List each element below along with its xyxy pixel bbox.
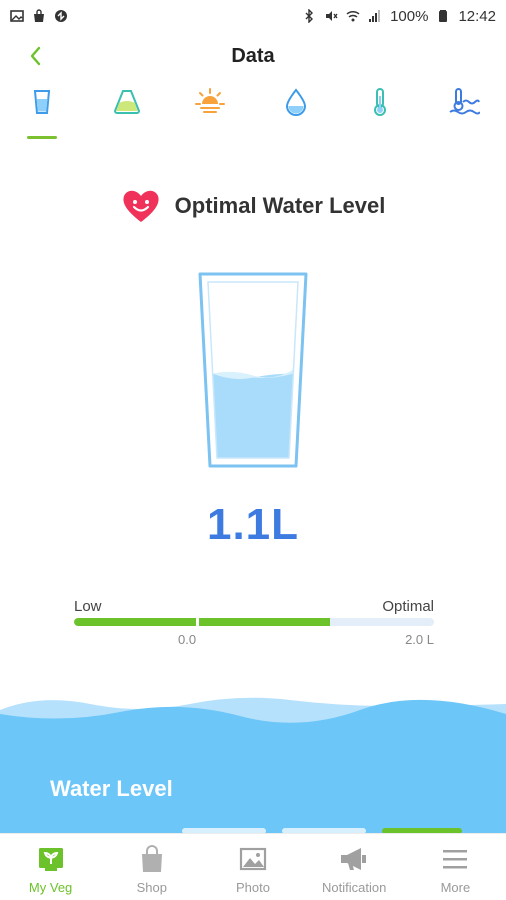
gallery-notification-icon xyxy=(10,10,24,22)
water-level-panel: Water Level xyxy=(0,690,506,835)
bag-notification-icon xyxy=(34,9,44,22)
gauge-marker xyxy=(196,618,199,626)
mute-icon xyxy=(326,11,338,21)
bluetooth-icon xyxy=(305,9,314,23)
nav-photo[interactable]: Photo xyxy=(202,834,303,900)
nav-more[interactable]: More xyxy=(405,834,506,900)
water-glass-icon xyxy=(33,90,51,114)
gauge-min-value: 0.0 xyxy=(178,632,197,647)
bottom-navigation: My Veg Shop Photo Notification More xyxy=(0,833,506,900)
water-drop-icon xyxy=(285,88,307,116)
water-fill xyxy=(212,373,294,458)
water-glass-illustration xyxy=(196,270,310,470)
nav-label: Notification xyxy=(322,880,387,895)
nav-label: My Veg xyxy=(28,880,73,895)
tab-humidity[interactable] xyxy=(276,86,316,138)
tab-nutrients[interactable] xyxy=(107,86,147,138)
back-button[interactable] xyxy=(22,42,50,70)
battery-percentage: 100% xyxy=(390,7,429,25)
page-title: Data xyxy=(231,44,275,67)
clock: 12:42 xyxy=(458,7,496,25)
tab-water-temperature[interactable] xyxy=(444,86,484,138)
panel-title: Water Level xyxy=(50,776,173,801)
front-wave xyxy=(0,699,506,835)
nav-label: Photo xyxy=(236,880,270,895)
tab-light[interactable] xyxy=(190,86,230,138)
battery-icon xyxy=(439,10,448,22)
gauge-track xyxy=(74,618,434,626)
nav-label: Shop xyxy=(136,880,167,895)
happy-heart-icon xyxy=(123,190,159,222)
tab-temperature[interactable] xyxy=(360,86,400,138)
sync-notification-icon xyxy=(55,10,67,22)
thermometer-icon xyxy=(374,88,386,116)
nav-notification[interactable]: Notification xyxy=(304,834,405,900)
nav-shop[interactable]: Shop xyxy=(101,834,202,900)
sun-icon xyxy=(195,88,225,113)
wifi-icon xyxy=(346,10,360,22)
sensor-tabs xyxy=(0,86,506,142)
status-headline: Optimal Water Level xyxy=(0,186,506,226)
my-veg-icon xyxy=(38,848,63,871)
megaphone-icon xyxy=(341,848,367,870)
gauge-low-label: Low xyxy=(74,598,102,615)
gauge-max-value: 2.0 L xyxy=(405,632,434,647)
status-bar: 100% 12:42 xyxy=(0,0,506,32)
nav-label: More xyxy=(440,880,471,895)
gauge-fill xyxy=(74,618,330,626)
menu-icon xyxy=(443,850,468,869)
water-level-gauge: Low Optimal 0.0 2.0 L xyxy=(74,596,434,652)
active-tab-indicator xyxy=(27,136,57,139)
chevron-left-icon xyxy=(30,46,41,66)
water-level-value: 1.1L xyxy=(206,500,300,549)
app-header: Data xyxy=(0,34,506,78)
shopping-bag-icon xyxy=(141,845,162,872)
gauge-optimal-label: Optimal xyxy=(382,598,434,615)
signal-icon xyxy=(369,10,381,22)
tab-water-level[interactable] xyxy=(22,86,62,138)
water-temperature-icon xyxy=(449,88,480,115)
nutrient-flask-icon xyxy=(113,90,141,114)
status-label: Optimal Water Level xyxy=(174,193,386,218)
nav-my-veg[interactable]: My Veg xyxy=(0,834,101,900)
photo-icon xyxy=(239,847,267,871)
